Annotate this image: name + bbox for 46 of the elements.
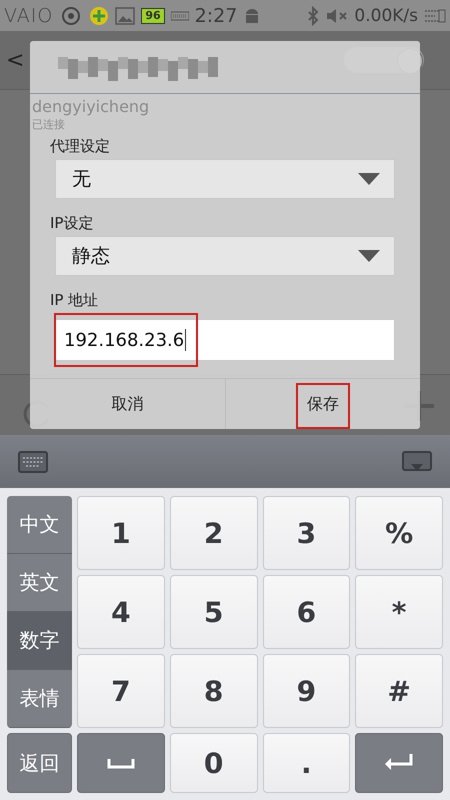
space-key[interactable] xyxy=(77,733,165,793)
keyboard-key[interactable]: 9 xyxy=(262,654,350,728)
mode-key[interactable]: 数字 xyxy=(7,612,72,670)
brand-logo: VAIO xyxy=(4,4,54,26)
mode-key[interactable]: 英文 xyxy=(7,554,72,612)
field-label: IP 地址 xyxy=(50,290,98,310)
bluetooth-icon xyxy=(306,6,320,26)
ip-address-field[interactable]: 192.168.23.6 xyxy=(55,319,395,361)
keyboard-key[interactable]: 4 xyxy=(77,575,165,649)
back-key[interactable]: 返回 xyxy=(7,733,72,793)
keyboard-key[interactable]: 7 xyxy=(77,654,165,728)
keyboard-key[interactable]: 5 xyxy=(170,575,258,649)
keyboard-key[interactable]: 1 xyxy=(77,496,165,570)
field-label: IP设定 xyxy=(50,213,94,233)
keyboard-key[interactable]: % xyxy=(355,496,443,570)
network-status: 已连接 xyxy=(32,118,65,132)
keyboard-key[interactable]: # xyxy=(355,654,443,728)
enter-key[interactable] xyxy=(355,733,443,793)
keyboard-key[interactable]: 3 xyxy=(262,496,350,570)
keyboard-icon xyxy=(170,10,189,20)
dropdown[interactable]: 无 xyxy=(55,159,395,199)
mode-key[interactable]: 中文 xyxy=(7,496,72,554)
field-label: 代理设定 xyxy=(50,136,110,156)
image-icon xyxy=(115,6,136,24)
notification-icon xyxy=(424,8,446,24)
keyboard-key[interactable]: * xyxy=(355,575,443,649)
dialog-button[interactable]: 取消 xyxy=(30,379,224,429)
battery-level: 96 xyxy=(141,8,165,24)
keyboard-key[interactable]: . xyxy=(262,733,350,793)
clock-time: 2:27 xyxy=(194,4,238,26)
network-speed: 0.00K/s xyxy=(354,6,418,26)
hide-keyboard-icon[interactable] xyxy=(402,450,432,474)
keyboard-icon[interactable] xyxy=(18,450,48,474)
keyboard-key[interactable]: 8 xyxy=(170,654,258,728)
dialog-button[interactable]: 保存 xyxy=(224,379,420,429)
space-icon xyxy=(106,757,135,769)
app-icon xyxy=(89,6,110,26)
keyboard-key[interactable]: 0 xyxy=(170,733,258,793)
mute-icon xyxy=(326,6,348,24)
network-name: dengyiyicheng xyxy=(32,96,150,118)
dropdown-arrow-icon xyxy=(358,173,380,185)
keyboard-key[interactable]: 2 xyxy=(170,496,258,570)
dropdown[interactable]: 静态 xyxy=(55,236,395,276)
dropdown-arrow-icon xyxy=(358,250,380,262)
mode-key[interactable]: 表情 xyxy=(7,670,72,728)
keyboard-key[interactable]: 6 xyxy=(262,575,350,649)
